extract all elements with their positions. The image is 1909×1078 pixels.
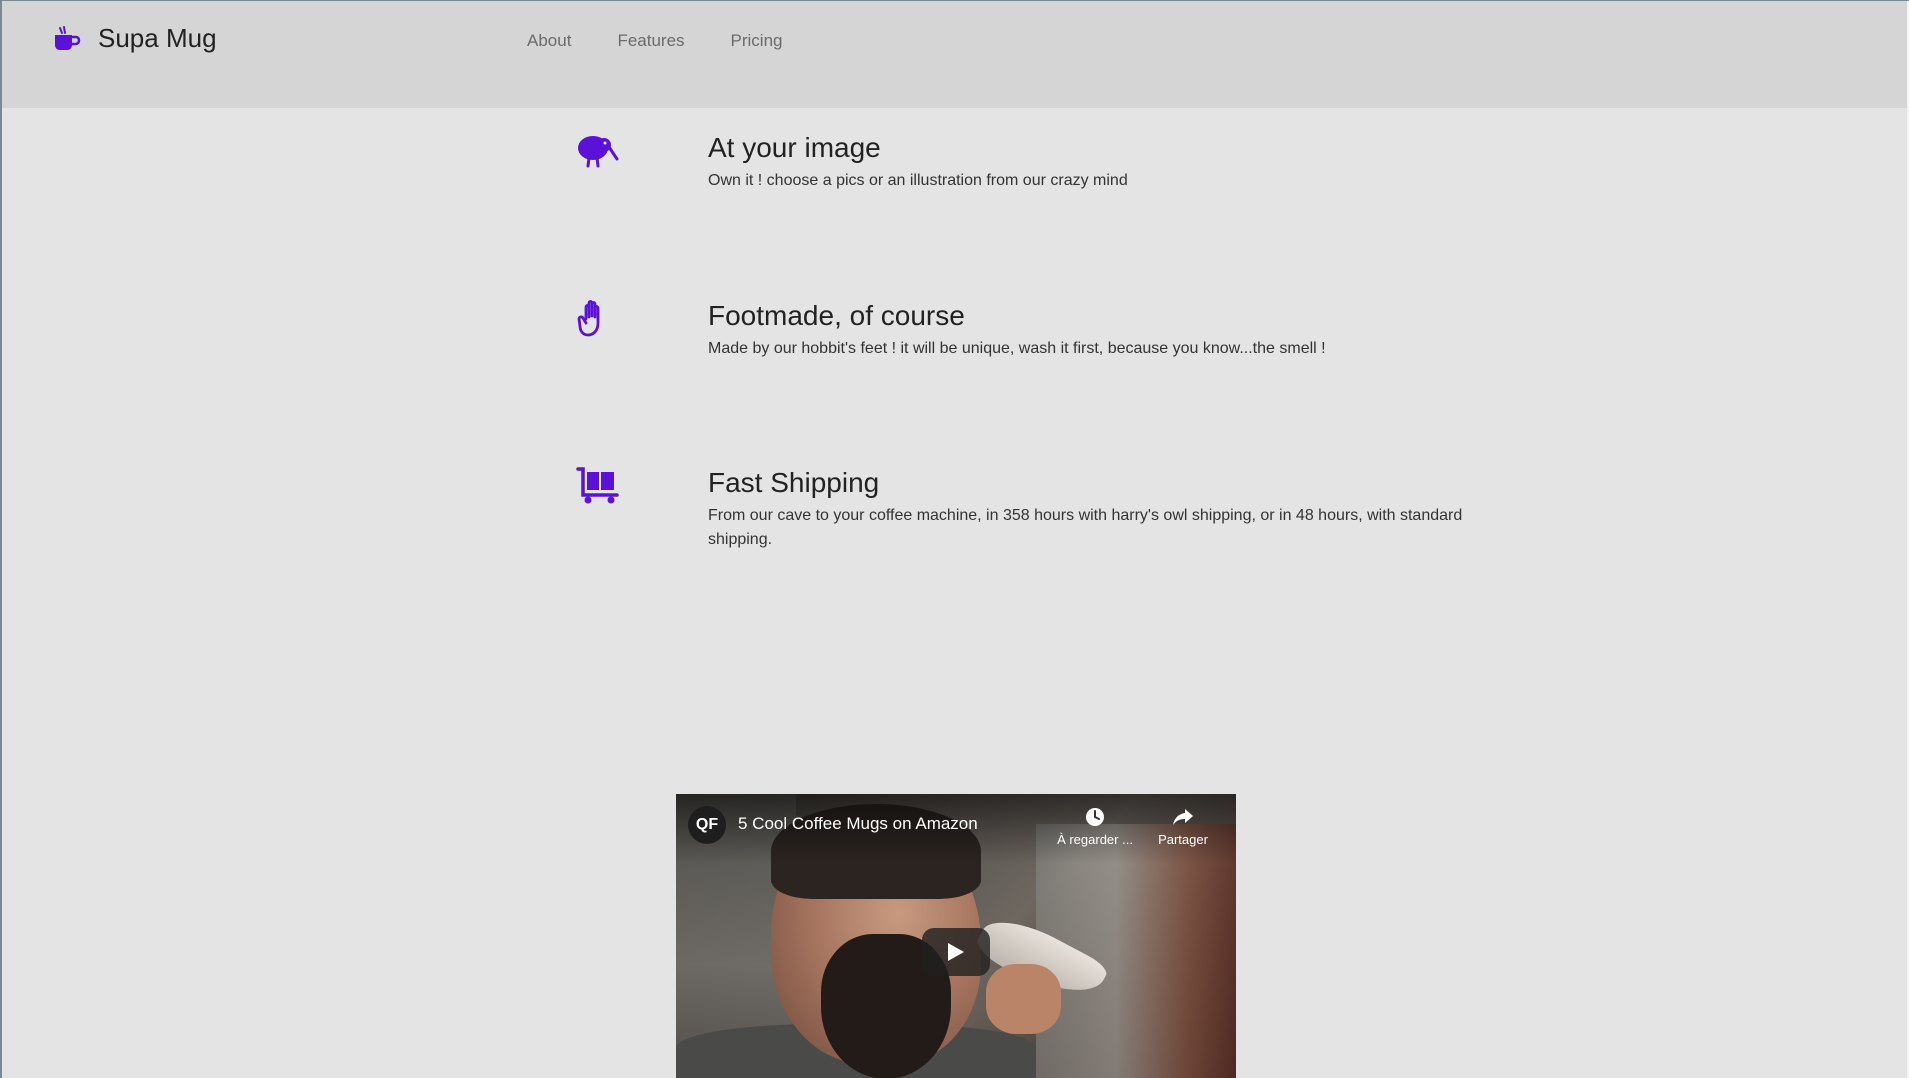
feature-title: Footmade, of course [708, 300, 965, 331]
feature-text: At your image Own it ! choose a pics or … [708, 131, 1478, 193]
play-button[interactable] [922, 928, 990, 976]
feature-description: From our cave to your coffee machine, in… [708, 507, 1463, 548]
site-header: Supa Mug About Features Pricing [2, 1, 1907, 108]
channel-logo[interactable]: QF [688, 806, 726, 844]
feature-text: Fast Shipping From our cave to your coff… [708, 466, 1478, 552]
watch-later-button[interactable]: À regarder ... [1050, 806, 1140, 847]
nav-link-pricing[interactable]: Pricing [731, 31, 783, 51]
feature-text: Footmade, of course Made by our hobbit's… [708, 299, 1478, 361]
feature-title: At your image [708, 132, 881, 163]
feature-description: Own it ! choose a pics or an illustratio… [708, 172, 1128, 189]
nav-link-about[interactable]: About [527, 31, 571, 51]
feature-description: Made by our hobbit's feet ! it will be u… [708, 340, 1326, 357]
share-label: Partager [1158, 832, 1208, 847]
brand[interactable]: Supa Mug [52, 23, 217, 54]
hand-icon [576, 299, 620, 339]
coffee-mug-icon [52, 24, 82, 54]
brand-name: Supa Mug [98, 23, 217, 53]
watch-later-label: À regarder ... [1057, 832, 1133, 847]
page: Supa Mug About Features Pricing At your … [0, 0, 1909, 1078]
video-title[interactable]: 5 Cool Coffee Mugs on Amazon [738, 814, 978, 834]
share-arrow-icon [1172, 806, 1194, 828]
shipping-dolly-icon [576, 466, 620, 506]
nav-link-features[interactable]: Features [617, 31, 684, 51]
play-icon [948, 943, 964, 961]
clock-icon [1084, 806, 1106, 828]
share-button[interactable]: Partager [1138, 806, 1228, 847]
main-nav: About Features Pricing [527, 31, 829, 51]
video-thumbnail-hand [986, 964, 1061, 1034]
video-player[interactable]: QF 5 Cool Coffee Mugs on Amazon À regard… [676, 794, 1236, 1078]
feature-title: Fast Shipping [708, 467, 880, 498]
kiwi-bird-icon [576, 131, 620, 171]
